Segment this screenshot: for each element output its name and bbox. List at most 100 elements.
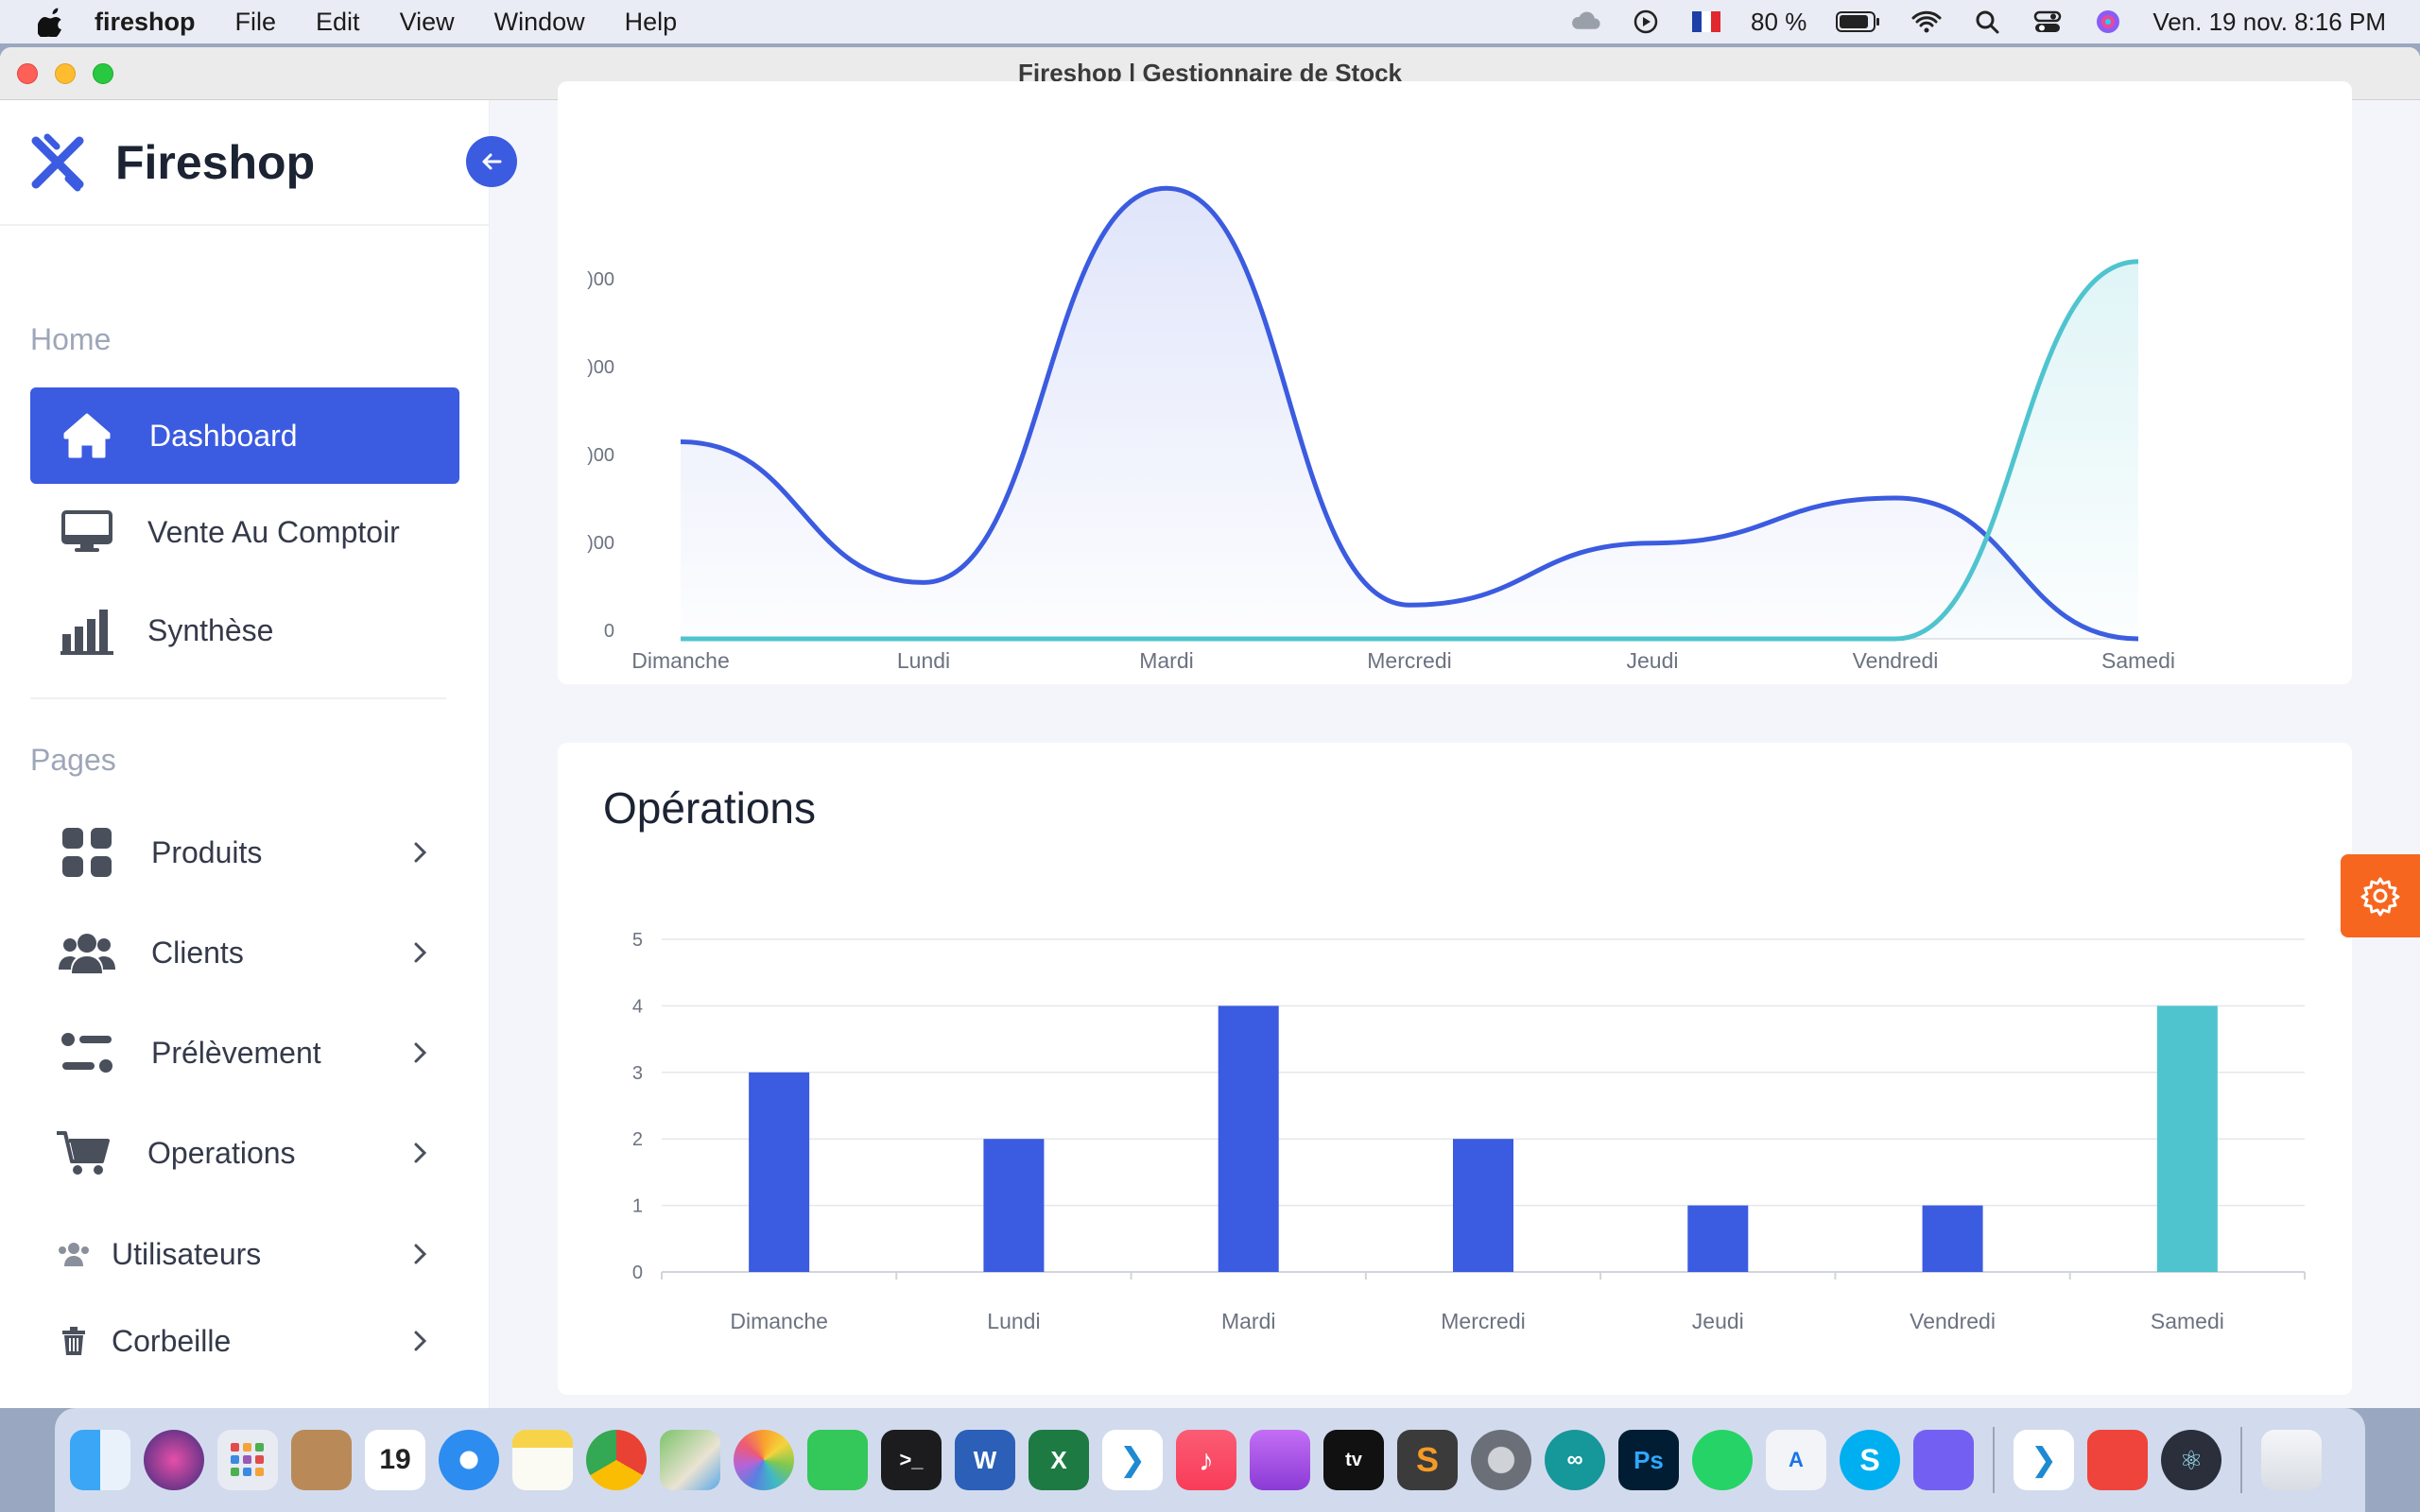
sidebar-item-clients[interactable]: Clients bbox=[30, 904, 459, 1001]
bar bbox=[749, 1072, 810, 1272]
y-tick-label: 5 bbox=[632, 930, 643, 951]
sidebar-item-vente-au-comptoir[interactable]: Vente Au Comptoir bbox=[30, 484, 459, 580]
bar bbox=[1687, 1205, 1749, 1272]
apple-tv-icon[interactable]: tv bbox=[1323, 1430, 1384, 1490]
finder-icon[interactable] bbox=[70, 1430, 130, 1490]
photos-icon[interactable] bbox=[734, 1430, 794, 1490]
bar bbox=[2156, 1005, 2218, 1272]
y-tick-label: )00 bbox=[587, 269, 614, 290]
notes-icon[interactable] bbox=[512, 1430, 573, 1490]
x-tick-label: Mercredi bbox=[1441, 1309, 1525, 1333]
battery-icon[interactable] bbox=[1835, 8, 1882, 36]
file-menu[interactable]: File bbox=[235, 8, 277, 37]
search-icon[interactable] bbox=[1971, 8, 2003, 36]
view-menu[interactable]: View bbox=[400, 8, 455, 37]
sidebar-item-label: Dashboard bbox=[149, 418, 298, 453]
excel-icon[interactable]: X bbox=[1028, 1430, 1089, 1490]
terminal-icon[interactable]: >_ bbox=[881, 1430, 942, 1490]
window-menu[interactable]: Window bbox=[494, 8, 585, 37]
y-tick-label: )00 bbox=[587, 445, 614, 466]
minimize-window-button[interactable] bbox=[55, 63, 76, 84]
anydesk-icon[interactable] bbox=[2087, 1430, 2148, 1490]
sidebar-item-produits[interactable]: Produits bbox=[30, 804, 459, 901]
siri-icon[interactable] bbox=[2092, 8, 2124, 36]
siri-app-icon[interactable] bbox=[144, 1430, 204, 1490]
wifi-icon[interactable] bbox=[1910, 8, 1943, 36]
bar bbox=[983, 1139, 1045, 1272]
contacts-icon[interactable] bbox=[291, 1430, 352, 1490]
sidebar-item-operations[interactable]: Operations bbox=[30, 1105, 459, 1201]
settings-button[interactable] bbox=[2341, 854, 2420, 937]
app-window: Fireshop | Gestionnaire de Stock Firesho… bbox=[0, 47, 2420, 1408]
sales-chart-card: )00)00)00)00 0 Dimanche Lundi Mardi Mercredi J… bbox=[558, 81, 2352, 684]
sublime-icon[interactable]: S bbox=[1397, 1430, 1458, 1490]
chevron-right-icon bbox=[414, 1331, 427, 1351]
flag-fr-icon[interactable] bbox=[1690, 8, 1722, 36]
series-area bbox=[681, 188, 2138, 639]
control-center-icon[interactable] bbox=[2031, 8, 2064, 36]
whatsapp-icon[interactable] bbox=[1692, 1430, 1753, 1490]
vscode-recent-icon[interactable]: ❯ bbox=[2014, 1430, 2074, 1490]
trash-icon bbox=[53, 1313, 95, 1369]
zoom-window-button[interactable] bbox=[93, 63, 113, 84]
bar-chart-icon bbox=[59, 602, 115, 659]
x-tick-label: Dimanche bbox=[631, 648, 730, 673]
users-icon bbox=[59, 924, 115, 981]
skype-icon[interactable]: S bbox=[1840, 1430, 1900, 1490]
close-window-button[interactable] bbox=[17, 63, 38, 84]
sidebar-item-label: Prélèvement bbox=[151, 1035, 321, 1070]
x-tick-label: Dimanche bbox=[730, 1309, 828, 1333]
electron-icon[interactable]: ⚛ bbox=[2161, 1430, 2221, 1490]
help-menu[interactable]: Help bbox=[625, 8, 678, 37]
x-tick-label: Mardi bbox=[1221, 1309, 1276, 1333]
battery-percent: 80 % bbox=[1751, 7, 1807, 36]
play-icon[interactable] bbox=[1630, 8, 1662, 36]
home-icon bbox=[59, 407, 115, 464]
cart-icon bbox=[55, 1125, 112, 1181]
y-tick-label: 3 bbox=[632, 1063, 643, 1084]
bar bbox=[1453, 1139, 1513, 1272]
sidebar-item-label: Operations bbox=[147, 1135, 296, 1170]
x-tick-label: Jeudi bbox=[1692, 1309, 1744, 1333]
edit-menu[interactable]: Edit bbox=[316, 8, 360, 37]
safari-icon[interactable] bbox=[439, 1430, 499, 1490]
x-tick-label: Mardi bbox=[1139, 648, 1194, 673]
main-content: )00)00)00)00 0 Dimanche Lundi Mardi Mercredi J… bbox=[491, 81, 2420, 1408]
podcasts-icon[interactable] bbox=[1250, 1430, 1310, 1490]
sidebar-item-dashboard[interactable]: Dashboard bbox=[30, 387, 459, 484]
cloud-icon[interactable] bbox=[1569, 8, 1601, 36]
x-tick-label: Mercredi bbox=[1367, 648, 1451, 673]
sidebar-item-corbeille[interactable]: Corbeille bbox=[30, 1293, 459, 1389]
chevron-right-icon bbox=[414, 842, 427, 863]
sidebar-item-prelevement[interactable]: Prélèvement bbox=[30, 1005, 459, 1101]
apple-icon[interactable] bbox=[38, 7, 66, 37]
photoshop-icon[interactable]: Ps bbox=[1618, 1430, 1679, 1490]
fireshop-logo-icon[interactable] bbox=[28, 133, 87, 192]
xcode-icon[interactable]: A bbox=[1766, 1430, 1826, 1490]
maps-icon[interactable] bbox=[660, 1430, 720, 1490]
vscode-icon[interactable]: ❯ bbox=[1102, 1430, 1163, 1490]
sidebar-item-utilisateurs[interactable]: Utilisateurs bbox=[30, 1206, 459, 1302]
facetime-icon[interactable] bbox=[807, 1430, 868, 1490]
sidebar-item-synthese[interactable]: Synthèse bbox=[30, 582, 459, 679]
app-menu[interactable]: fireshop bbox=[95, 8, 196, 37]
x-tick-label: Vendredi bbox=[1853, 648, 1939, 673]
operations-bar-chart: 0 1 2 3 4 5 Dimanche Lundi Mardi Mercredi Jeudi Ven… bbox=[632, 930, 2306, 1333]
user-group-icon bbox=[53, 1226, 95, 1282]
sidebar-divider bbox=[30, 697, 446, 699]
viber-icon[interactable] bbox=[1913, 1430, 1974, 1490]
gear-icon bbox=[2360, 877, 2400, 917]
system-preferences-icon[interactable] bbox=[1471, 1430, 1531, 1490]
y-tick-label: 0 bbox=[604, 621, 614, 642]
dock-separator bbox=[2240, 1427, 2242, 1493]
launchpad-icon[interactable] bbox=[217, 1430, 278, 1490]
word-icon[interactable]: W bbox=[955, 1430, 1015, 1490]
y-tick-label: 0 bbox=[632, 1263, 643, 1283]
calendar-icon[interactable]: 19 bbox=[365, 1430, 425, 1490]
chrome-icon[interactable] bbox=[586, 1430, 647, 1490]
music-icon[interactable]: ♪ bbox=[1176, 1430, 1236, 1490]
arduino-icon[interactable]: ∞ bbox=[1545, 1430, 1605, 1490]
x-tick-label: Samedi bbox=[2101, 648, 2175, 673]
x-tick-label: Jeudi bbox=[1627, 648, 1679, 673]
trash-bin-icon[interactable] bbox=[2261, 1430, 2322, 1490]
